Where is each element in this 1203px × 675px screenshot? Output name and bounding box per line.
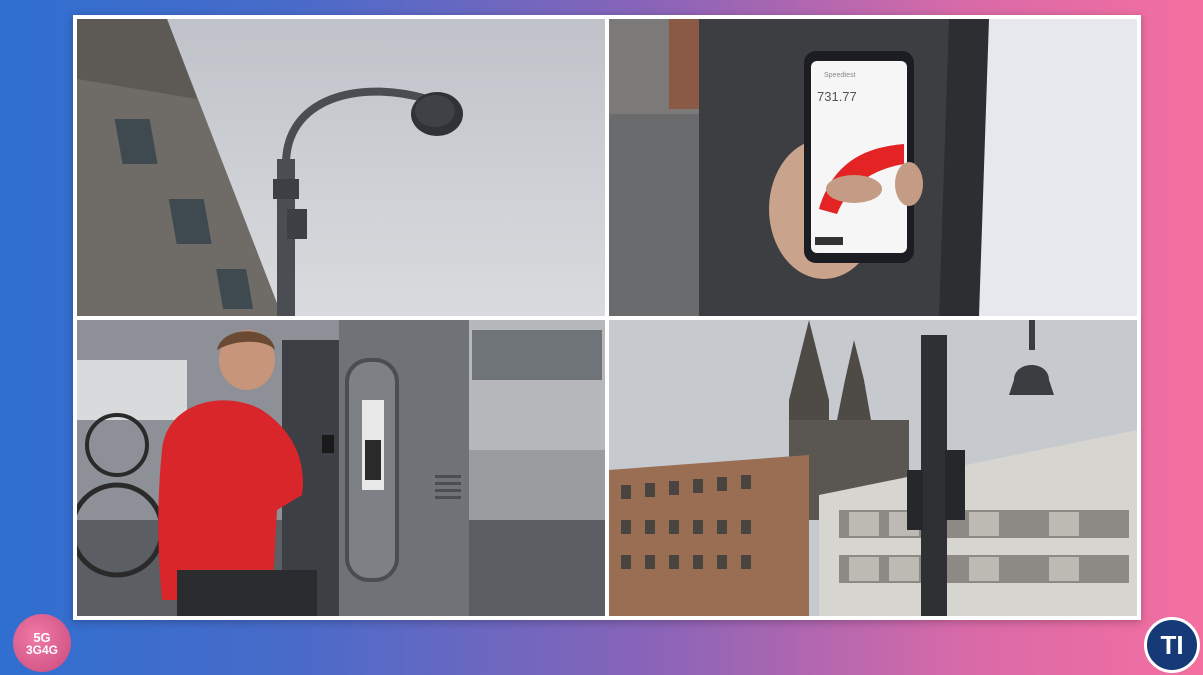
ti-logo: TI [1144,617,1200,673]
5g-3g4g-logo: 5G 3G4G [13,614,71,672]
photo-technician-cabinet [77,320,605,616]
logo-line-5g: 5G [33,629,51,645]
phone-speed-value: 731.77 [817,89,857,104]
photo-street-lamp [77,19,605,316]
photo-collage-frame: Speedtest 731.77 [73,15,1141,620]
logo-line-3g4g: 3G4G [25,642,58,657]
photo-speed-test-phone: Speedtest 731.77 [609,19,1137,316]
phone-app-name: Speedtest [824,72,856,79]
photo-cathedral-pole [609,320,1137,616]
